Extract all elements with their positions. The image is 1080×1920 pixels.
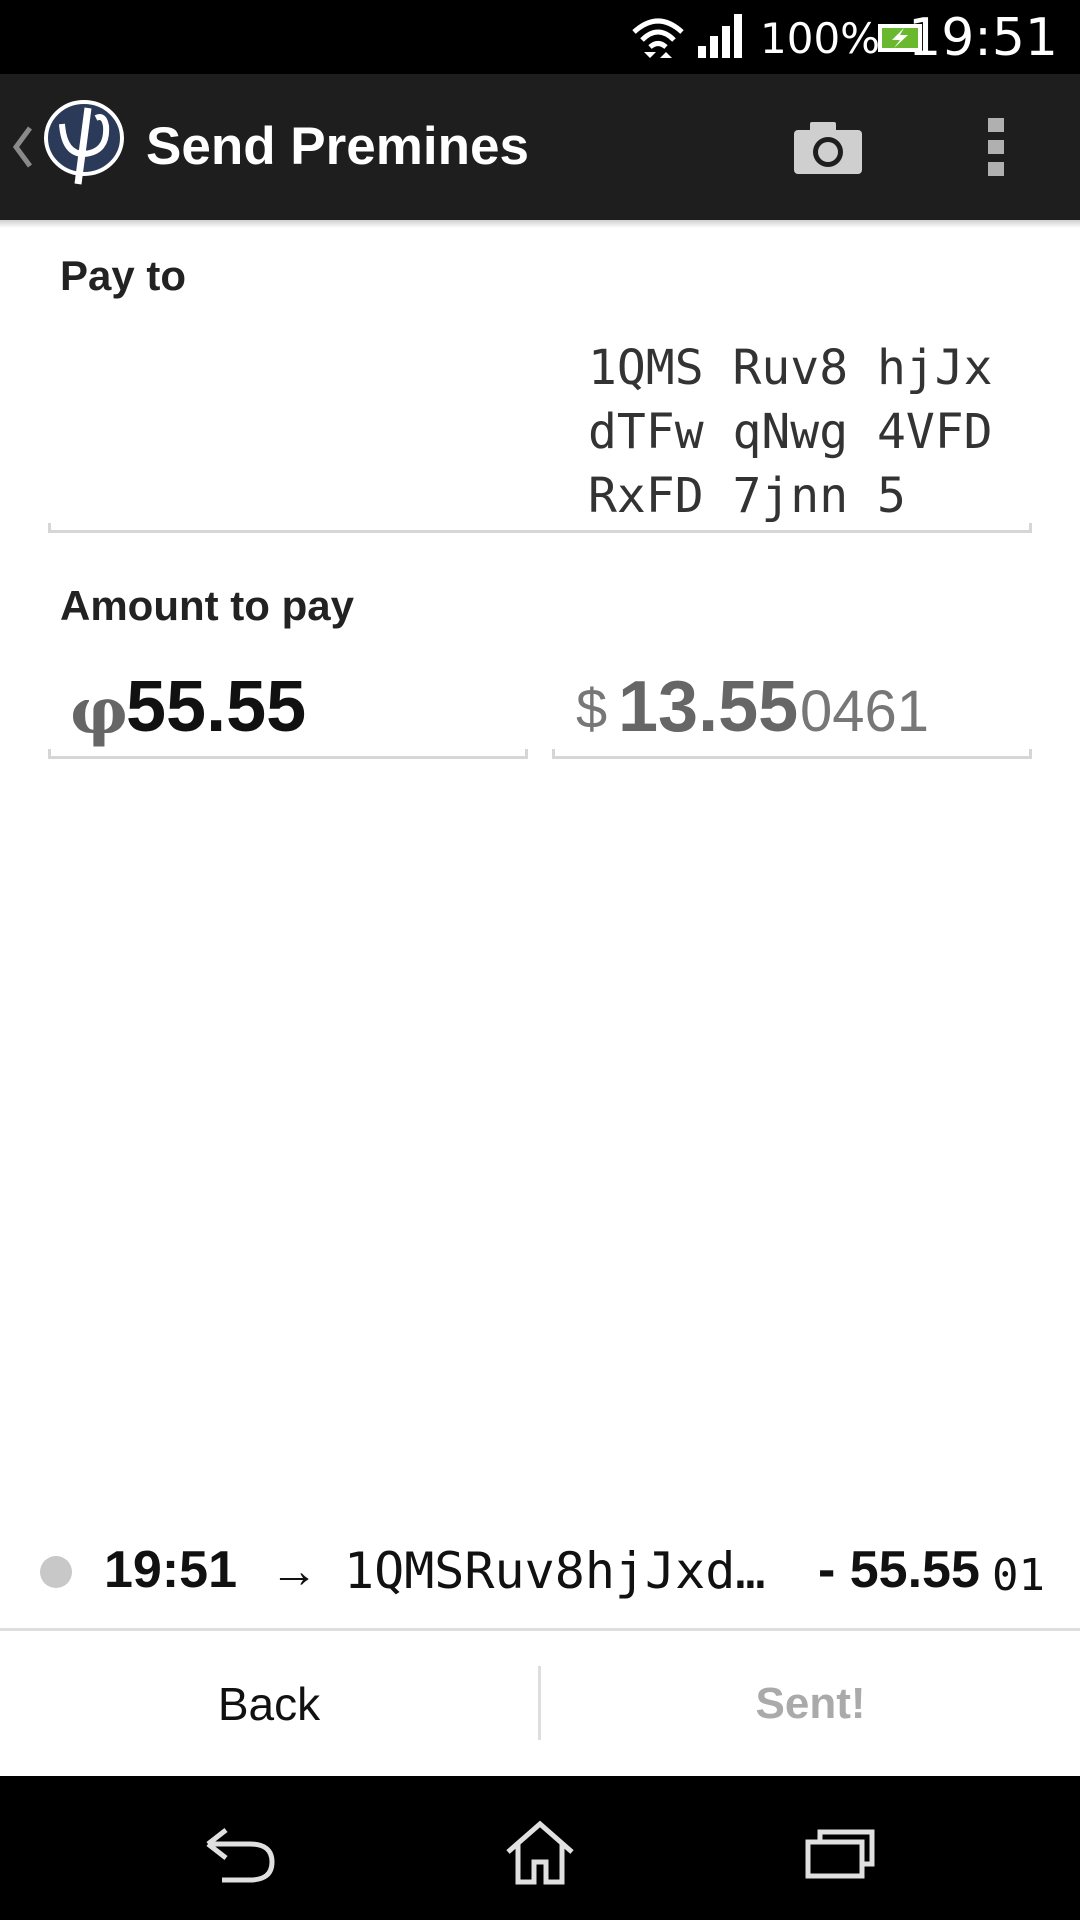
- fiat-underline: [552, 749, 1032, 759]
- address-line: RxFD 7jnn 5: [588, 468, 906, 524]
- app-logo-icon: [44, 100, 124, 185]
- pay-to-address-field[interactable]: 1QMS Ruv8 hjJx dTFw qNwg 4VFD RxFD 7jnn …: [48, 330, 1032, 536]
- fiat-amount-field[interactable]: $ 13.55 0461: [552, 650, 1032, 762]
- address-line: 1QMS Ruv8 hjJx: [588, 340, 993, 396]
- action-bar-shadow: [0, 220, 1080, 228]
- pending-indicator: [40, 1556, 72, 1588]
- fiat-value-minor: 0461: [800, 679, 930, 744]
- coin-value: 55.55: [126, 667, 307, 747]
- camera-icon[interactable]: [792, 118, 864, 176]
- status-time: 19:51: [908, 8, 1058, 68]
- transaction-address: 1QMSRuv8hjJxd…: [344, 1542, 766, 1600]
- status-bar: 100% 19:51: [0, 0, 1080, 74]
- transaction-arrow: →: [270, 1545, 318, 1598]
- fiat-symbol: $: [576, 677, 608, 740]
- navigation-bar: [0, 1776, 1080, 1920]
- page-title: Send Premines: [146, 117, 529, 176]
- nav-recents-icon[interactable]: [804, 1828, 876, 1880]
- back-chevron-icon: [12, 126, 33, 168]
- transaction-row[interactable]: 19:51 → 1QMSRuv8hjJxd… - 55.55 01: [0, 1530, 1080, 1610]
- back-button[interactable]: Back: [0, 1631, 538, 1776]
- battery-percent: 100%: [760, 14, 881, 63]
- nav-home-icon[interactable]: [504, 1820, 576, 1886]
- wifi-icon: [632, 18, 684, 58]
- coin-underline: [48, 749, 528, 759]
- address-underline: [48, 523, 1032, 533]
- pay-to-label: Pay to: [60, 252, 187, 299]
- transaction-amount: - 55.55: [818, 1541, 980, 1599]
- transaction-time: 19:51: [104, 1541, 237, 1599]
- address-line: dTFw qNwg 4VFD: [588, 404, 993, 460]
- signal-icon: [698, 14, 742, 58]
- transaction-amount-minor: 01: [992, 1550, 1045, 1601]
- coin-symbol: φ: [70, 674, 128, 749]
- amount-label: Amount to pay: [60, 582, 354, 629]
- action-bar: Send Premines: [0, 74, 1080, 220]
- coin-amount-field[interactable]: φ 55.55: [48, 650, 528, 762]
- fiat-value-main: 13.55: [618, 667, 799, 747]
- nav-back-icon[interactable]: [204, 1828, 276, 1884]
- overflow-menu-icon[interactable]: [986, 116, 1006, 178]
- up-navigation[interactable]: [0, 74, 130, 220]
- sent-button[interactable]: Sent!: [541, 1631, 1080, 1776]
